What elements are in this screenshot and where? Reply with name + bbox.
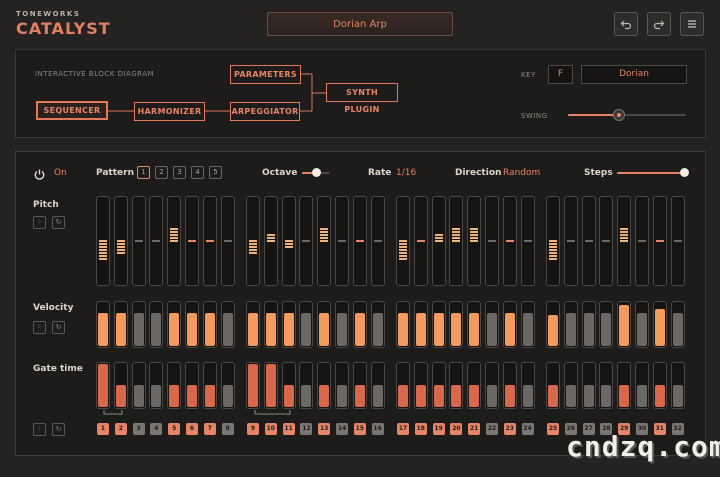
watermark: cndzq.com (566, 430, 720, 463)
gate-tie-brackets (103, 410, 291, 415)
